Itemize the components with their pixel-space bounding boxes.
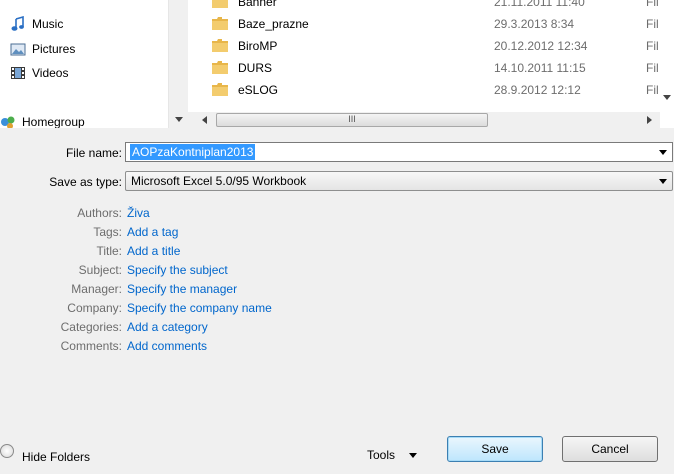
- chevron-up-icon[interactable]: [0, 444, 14, 458]
- folder-icon: [212, 83, 228, 96]
- metadata-value-link[interactable]: Živa: [127, 206, 150, 220]
- navigation-pane: Music Pictures Videos Homegroup: [0, 0, 168, 129]
- save-form: File name: AOPzaKontniplan2013 Save as t…: [0, 128, 674, 474]
- metadata-value-link[interactable]: Add comments: [127, 339, 207, 353]
- file-type: Fil: [646, 17, 659, 31]
- file-date: 20.12.2012 12:34: [494, 39, 588, 53]
- file-name: DURS: [238, 61, 273, 75]
- save-button[interactable]: Save: [447, 436, 543, 462]
- folder-icon: [212, 17, 228, 30]
- metadata-value-link[interactable]: Add a category: [127, 320, 208, 334]
- file-name: Banner: [238, 0, 277, 9]
- scroll-right-arrow-icon[interactable]: [647, 116, 652, 124]
- horizontal-scrollbar[interactable]: III: [188, 112, 660, 128]
- scroll-left-arrow-icon[interactable]: [202, 116, 207, 124]
- scroll-down-arrow-icon[interactable]: [663, 95, 671, 100]
- cancel-button[interactable]: Cancel: [562, 436, 658, 462]
- nav-item-pictures[interactable]: Pictures: [10, 40, 75, 58]
- browse-area: Music Pictures Videos Homegroup Banner 21…: [0, 0, 674, 129]
- file-date: 21.11.2011 11:40: [494, 0, 585, 9]
- nav-scrollbar[interactable]: [168, 0, 188, 128]
- folder-icon: [212, 0, 228, 8]
- metadata-value-link[interactable]: Add a title: [127, 244, 180, 258]
- file-date: 28.9.2012 12:12: [494, 83, 581, 97]
- file-row[interactable]: Baze_prazne 29.3.2013 8:34 Fil: [188, 13, 674, 35]
- music-icon: [10, 15, 26, 32]
- tools-label: Tools: [367, 448, 396, 462]
- metadata-value-link[interactable]: Specify the subject: [127, 263, 228, 277]
- metadata-label: Categories:: [60, 320, 122, 334]
- metadata-label: Title:: [96, 244, 122, 258]
- nav-item-music[interactable]: Music: [10, 15, 63, 33]
- hide-folders-link[interactable]: Hide Folders: [22, 450, 90, 464]
- save-as-type-value: Microsoft Excel 5.0/95 Workbook: [131, 174, 307, 188]
- nav-item-videos[interactable]: Videos: [10, 64, 68, 82]
- folder-icon: [212, 61, 228, 74]
- file-list: Banner 21.11.2011 11:40 Fil Baze_prazne 29.3…: [188, 0, 674, 112]
- scroll-down-arrow-icon[interactable]: [175, 117, 183, 122]
- chevron-down-icon[interactable]: [659, 179, 667, 184]
- file-name-input[interactable]: AOPzaKontniplan2013: [125, 142, 673, 162]
- nav-item-label: Pictures: [32, 42, 76, 56]
- thumb-grip: III: [348, 114, 356, 124]
- file-name: Baze_prazne: [238, 17, 309, 31]
- file-date: 29.3.2013 8:34: [494, 17, 575, 31]
- metadata-label: Company:: [67, 301, 122, 315]
- pictures-icon: [10, 41, 26, 57]
- file-name-value[interactable]: AOPzaKontniplan2013: [130, 144, 256, 160]
- metadata-label: Comments:: [60, 339, 122, 353]
- folder-icon: [212, 39, 228, 52]
- file-name-label: File name:: [65, 146, 122, 160]
- metadata-label: Manager:: [71, 282, 122, 296]
- metadata-value-link[interactable]: Add a tag: [127, 225, 178, 239]
- file-date: 14.10.2011 11:15: [494, 61, 586, 75]
- file-row[interactable]: eSLOG 28.9.2012 12:12 Fil: [188, 79, 674, 101]
- metadata-label: Tags:: [93, 225, 122, 239]
- file-row[interactable]: Banner 21.11.2011 11:40 Fil: [188, 0, 674, 13]
- file-type: Fil: [646, 39, 659, 53]
- nav-item-label: Videos: [32, 66, 69, 80]
- file-name: eSLOG: [238, 83, 279, 97]
- metadata-label: Subject:: [78, 263, 122, 277]
- metadata-value-link[interactable]: Specify the company name: [127, 301, 272, 315]
- file-type: Fil: [646, 0, 659, 9]
- chevron-down-icon[interactable]: [659, 150, 667, 155]
- metadata-label: Authors:: [77, 206, 122, 220]
- save-as-type-select[interactable]: Microsoft Excel 5.0/95 Workbook: [125, 171, 673, 191]
- file-row[interactable]: BiroMP 20.12.2012 12:34 Fil: [188, 35, 674, 57]
- file-row[interactable]: DURS 14.10.2011 11:15 Fil: [188, 57, 674, 79]
- nav-item-label: Music: [32, 17, 64, 31]
- file-name: BiroMP: [238, 39, 278, 53]
- chevron-down-icon: [409, 452, 418, 458]
- scrollbar-thumb[interactable]: III: [216, 113, 488, 127]
- save-as-type-label: Save as type:: [49, 175, 122, 189]
- file-list-scrollbar[interactable]: [660, 0, 674, 112]
- tools-button[interactable]: Tools: [367, 444, 418, 466]
- file-type: Fil: [646, 83, 659, 97]
- nav-item-label: Homegroup: [22, 115, 85, 129]
- metadata-value-link[interactable]: Specify the manager: [127, 282, 237, 296]
- videos-icon: [10, 65, 26, 81]
- file-type: Fil: [646, 61, 659, 75]
